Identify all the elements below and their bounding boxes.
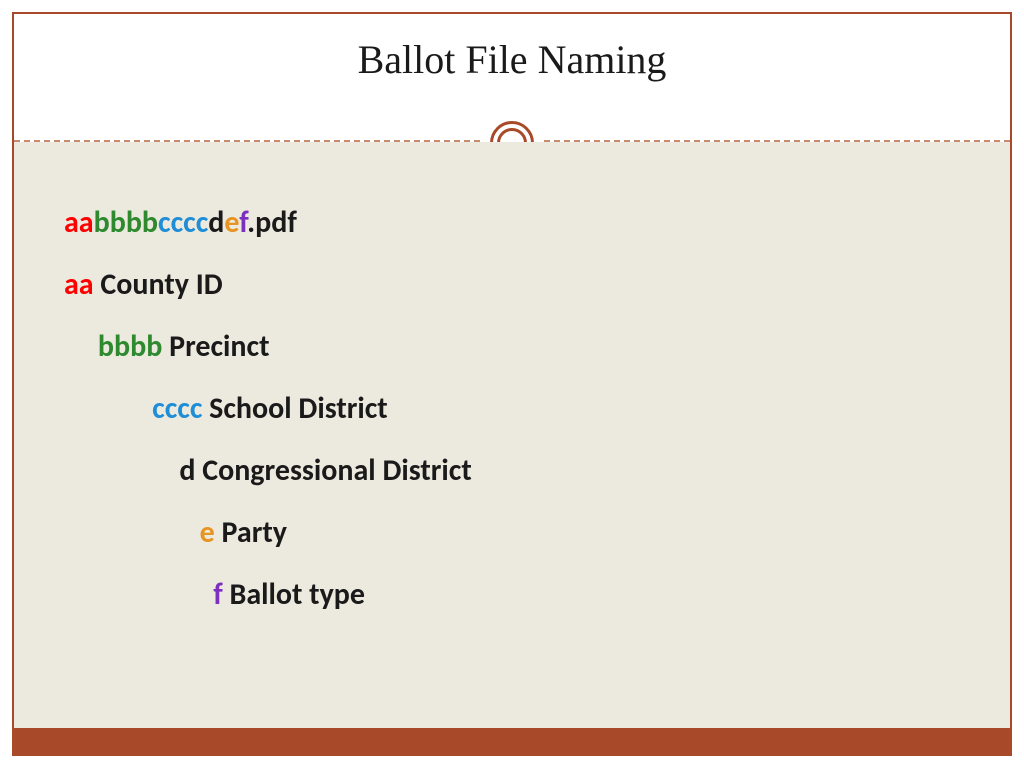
filename-pattern: aabbbbccccdef.pdf — [64, 208, 472, 238]
pattern-f: f — [239, 204, 247, 241]
legend-code: bbbb — [98, 328, 162, 365]
content-block: aabbbbccccdef.pdf aa County ID bbbb Prec… — [64, 208, 472, 642]
slide-title: Ballot File Naming — [358, 36, 667, 83]
legend-row-bbbb: bbbb Precinct — [64, 332, 472, 362]
legend-code: aa — [64, 266, 94, 303]
legend-label: Party — [215, 514, 287, 551]
legend-label: County ID — [94, 266, 223, 303]
pattern-bbbb: bbbb — [94, 204, 158, 241]
title-area: Ballot File Naming — [14, 14, 1010, 134]
legend-code: cccc — [152, 390, 202, 427]
pattern-ext: .pdf — [247, 204, 297, 241]
legend-code: f — [213, 576, 223, 613]
legend-label: Congressional District — [195, 452, 471, 489]
legend-label: Ballot type — [223, 576, 365, 613]
legend-label: School District — [202, 390, 387, 427]
pattern-cccc: cccc — [158, 204, 208, 241]
slide-body: aabbbbccccdef.pdf aa County ID bbbb Prec… — [14, 142, 1010, 754]
legend-row-f: f Ballot type — [64, 580, 472, 610]
legend-row-d: d Congressional District — [64, 456, 472, 486]
pattern-aa: aa — [64, 204, 94, 241]
indent — [64, 514, 200, 551]
slide-frame: Ballot File Naming aabbbbccccdef.pdf aa … — [12, 12, 1012, 756]
legend-label: Precinct — [162, 328, 269, 365]
indent — [64, 576, 213, 613]
legend-row-e: e Party — [64, 518, 472, 548]
indent — [64, 390, 152, 427]
legend-row-cccc: cccc School District — [64, 394, 472, 424]
indent — [64, 328, 98, 365]
pattern-d: d — [208, 204, 224, 241]
legend-row-aa: aa County ID — [64, 270, 472, 300]
footer-bar — [14, 728, 1010, 754]
indent — [64, 452, 179, 489]
legend-code: d — [179, 452, 195, 489]
legend-code: e — [200, 514, 215, 551]
pattern-e: e — [224, 204, 239, 241]
